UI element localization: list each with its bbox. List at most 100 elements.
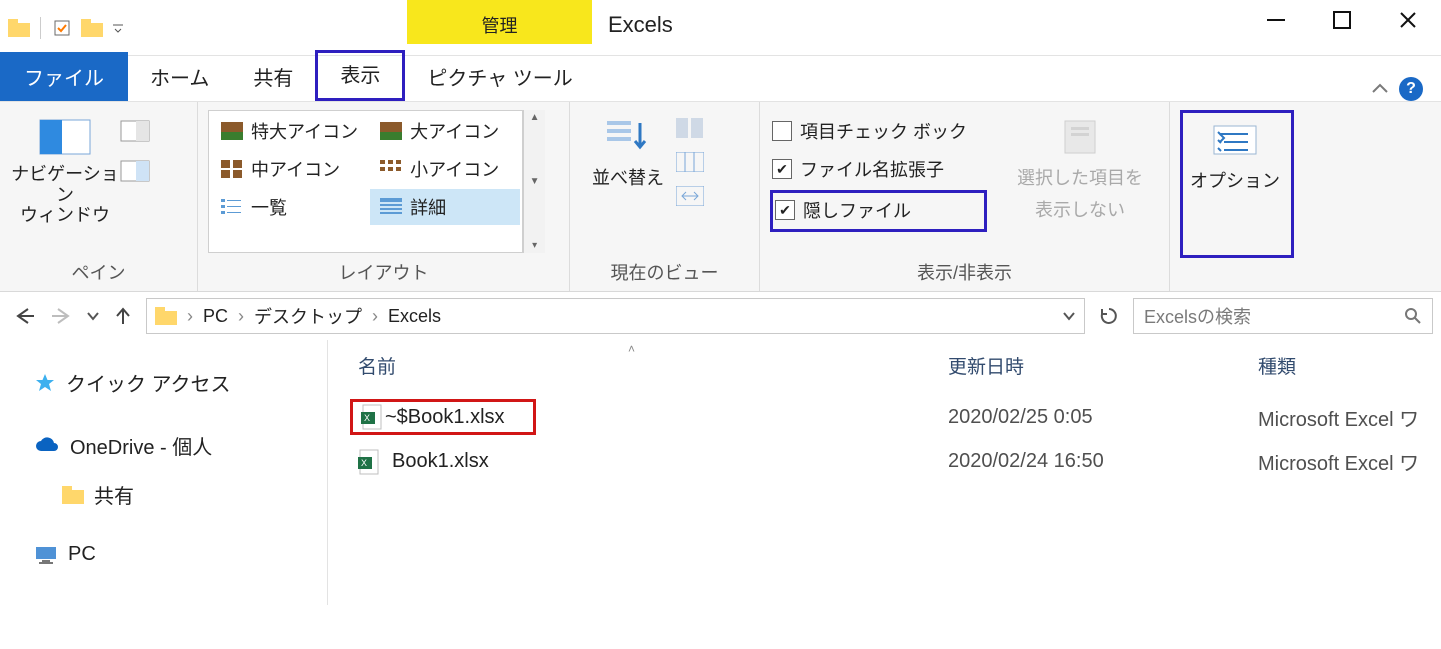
breadcrumb-current[interactable]: Excels [388,306,441,327]
checkbox-file-extensions[interactable]: ✔ファイル名拡張子 [770,152,987,186]
options-button[interactable]: オプション [1183,113,1287,253]
group-by-icon[interactable] [676,118,704,138]
tree-onedrive-shared[interactable]: 共有 [34,470,319,519]
tree-quick-access[interactable]: クイック アクセス [34,358,319,407]
recent-locations-dropdown[interactable] [86,311,100,321]
back-button[interactable] [14,307,36,325]
address-history-dropdown[interactable] [1062,311,1076,321]
checkbox-item-check-boxes[interactable]: 項目チェック ボック [770,114,987,148]
file-name: Book1.xlsx [392,450,489,473]
tab-file[interactable]: ファイル [0,52,128,101]
breadcrumb-pc[interactable]: PC [203,306,228,327]
ribbon-group-panes: ナビゲーション ウィンドウ ペイン [0,102,198,291]
column-type[interactable]: 種類 [1258,352,1296,379]
group-label-show-hide: 表示/非表示 [770,253,1159,287]
help-icon[interactable]: ? [1399,77,1423,101]
excel-file-icon: X [359,404,385,430]
chevron-right-icon[interactable]: › [187,306,193,327]
details-pane-icon[interactable] [120,160,150,182]
layout-extra-large-icons[interactable]: 特大アイコン [211,113,368,149]
tab-picture-tools[interactable]: ピクチャ ツール [405,56,594,101]
navigation-tree[interactable]: クイック アクセス OneDrive - 個人 共有 PC [0,340,328,605]
separator [40,17,41,39]
search-box[interactable]: Excelsの検索 [1133,298,1433,334]
column-date[interactable]: 更新日時 [948,352,1258,379]
folder-icon [155,307,177,325]
size-all-columns-icon[interactable] [676,186,704,206]
file-row[interactable]: X Book1.xlsx 2020/02/24 16:50 Microsoft … [328,441,1441,482]
cloud-icon [34,437,60,455]
titlebar: 管理 Excels [0,0,1441,56]
minimize-button[interactable] [1243,0,1309,40]
checkbox-icon: ✔ [775,200,795,220]
file-date: 2020/02/25 0:05 [948,406,1258,429]
ribbon-context-header: 管理 [407,0,592,55]
file-type: Microsoft Excel ワ [1258,403,1419,432]
layout-details[interactable]: 詳細 [370,189,520,225]
window-controls [1243,0,1441,55]
layout-small-icons[interactable]: 小アイコン [370,151,520,187]
star-icon [34,372,56,394]
forward-button[interactable] [50,307,72,325]
highlight-hidden-files: ✔隠しファイル [770,190,987,232]
refresh-button[interactable] [1093,306,1125,326]
tree-onedrive[interactable]: OneDrive - 個人 [34,421,319,470]
qat-customize-dropdown[interactable] [109,19,127,37]
hide-selected-icon [1053,116,1107,158]
ribbon-tab-row: ファイル ホーム 共有 表示 ピクチャ ツール ? [0,56,1441,102]
sort-by-button[interactable]: 並べ替え [580,110,676,253]
context-tab-label: 管理 [407,0,592,44]
group-label-panes: ペイン [10,253,187,287]
tab-share[interactable]: 共有 [231,56,315,101]
group-label-layout: レイアウト [208,253,559,287]
properties-icon[interactable] [49,15,75,41]
tab-home[interactable]: ホーム [128,56,231,101]
layout-list[interactable]: 一覧 [211,189,368,225]
titlebar-left [0,0,127,55]
layout-medium-icons[interactable]: 中アイコン [211,151,368,187]
nav-buttons [8,306,138,326]
sort-indicator-icon: ˄ [628,342,635,356]
close-button[interactable] [1375,0,1441,40]
tree-pc[interactable]: PC [34,533,319,576]
svg-text:X: X [364,413,370,423]
chevron-right-icon[interactable]: › [238,306,244,327]
column-headers[interactable]: 名前 更新日時 種類 [328,340,1441,393]
highlight-options: オプション [1180,110,1294,258]
ribbon-group-show-hide: 項目チェック ボック ✔ファイル名拡張子 ✔隠しファイル 選択した項目を 表示し… [760,102,1170,291]
address-bar[interactable]: › PC › デスクトップ › Excels [146,298,1085,334]
column-name[interactable]: 名前 [358,352,948,379]
tab-view[interactable]: 表示 [315,50,405,101]
chevron-right-icon[interactable]: › [372,306,378,327]
explorer-body: クイック アクセス OneDrive - 個人 共有 PC ˄ 名前 更新日時 … [0,340,1441,605]
file-list-view[interactable]: ˄ 名前 更新日時 種類 X ~$Book1.xlsx 2020/02/25 0… [328,340,1441,605]
view-layout-gallery[interactable]: 特大アイコン 大アイコン 中アイコン 小アイコン 一覧 詳細 [208,110,523,253]
ribbon-right-controls: ? [1371,77,1441,101]
quick-access-toolbar [49,15,127,41]
hide-selected-button: 選択した項目を 表示しない [1001,110,1159,253]
breadcrumb-desktop[interactable]: デスクトップ [254,303,362,329]
window-title: Excels [592,0,673,55]
options-icon [1208,119,1262,161]
add-columns-icon[interactable] [676,152,704,172]
up-button[interactable] [114,306,132,326]
new-folder-icon[interactable] [79,15,105,41]
layout-large-icons[interactable]: 大アイコン [370,113,520,149]
search-icon [1404,307,1422,325]
collapse-ribbon-icon[interactable] [1371,83,1389,95]
sort-by-label: 並べ替え [592,164,664,190]
file-date: 2020/02/24 16:50 [948,450,1258,473]
file-row[interactable]: X ~$Book1.xlsx 2020/02/25 0:05 Microsoft… [328,393,1441,441]
ribbon-group-current-view: 並べ替え 現在のビュー [570,102,760,291]
checkbox-hidden-items[interactable]: ✔隠しファイル [773,193,913,227]
options-label: オプション [1190,167,1280,193]
pc-icon [34,545,58,565]
preview-pane-icon[interactable] [120,120,150,142]
navigation-pane-button[interactable]: ナビゲーション ウィンドウ [10,110,120,253]
file-type: Microsoft Excel ワ [1258,447,1419,476]
search-placeholder: Excelsの検索 [1144,303,1251,329]
layout-gallery-scrollbar[interactable]: ▲▼▾ [523,110,545,253]
maximize-button[interactable] [1309,0,1375,40]
checkbox-icon [772,121,792,141]
ribbon-group-options: オプション [1170,102,1304,291]
